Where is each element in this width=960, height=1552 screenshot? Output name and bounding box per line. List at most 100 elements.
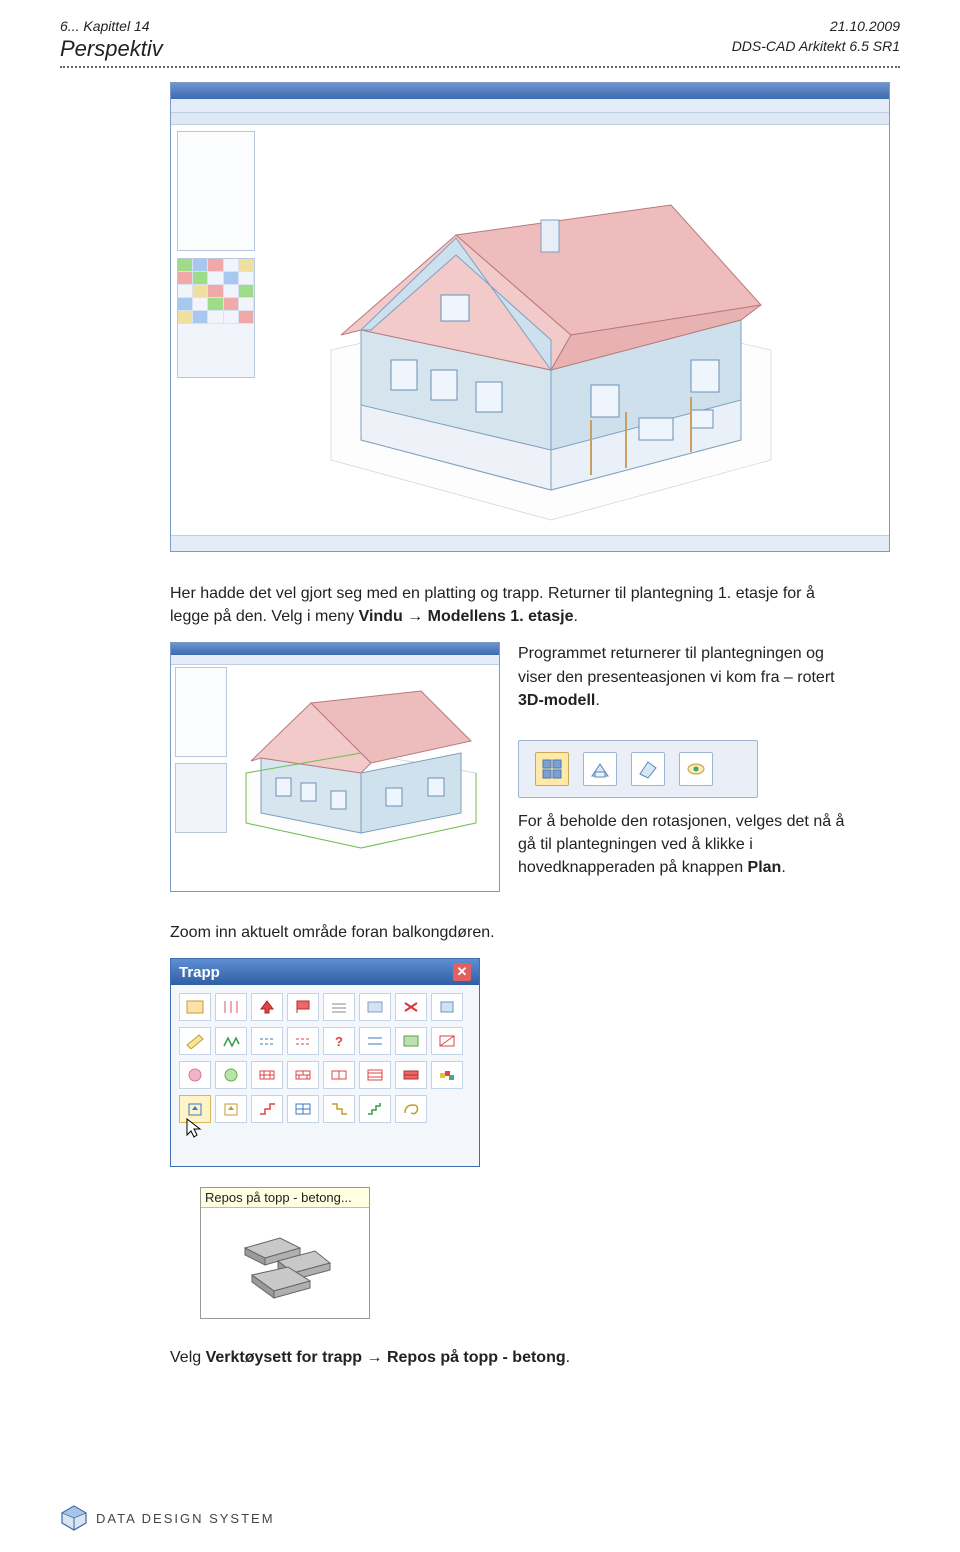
app-menubar-small [171, 655, 499, 665]
stair-icon [185, 999, 205, 1015]
right-column: Programmet returnerer til plantegningen … [518, 642, 850, 879]
trapp-palette-window: Trapp ✕ ? [170, 958, 480, 1167]
eye-icon [685, 758, 707, 780]
tooltip-preview-box: Repos på topp - betong... [200, 1187, 370, 1319]
house-icon [589, 758, 611, 780]
trapp-tool-4[interactable] [287, 993, 319, 1021]
trapp-tool-8[interactable] [431, 993, 463, 1021]
question-icon: ? [329, 1033, 349, 1049]
trapp-tool-20[interactable] [287, 1061, 319, 1089]
trapp-tool-18[interactable] [215, 1061, 247, 1089]
app-statusbar [171, 535, 889, 551]
dashed-red-icon [293, 1033, 313, 1049]
trapp-tool-6[interactable] [359, 993, 391, 1021]
parab-t1: Velg [170, 1349, 206, 1366]
para3-t2: . [781, 859, 785, 876]
paragraph-zoom: Zoom inn aktuelt område foran balkongdør… [170, 924, 850, 942]
color-squares-icon [437, 1067, 457, 1083]
close-icon: ✕ [457, 964, 468, 980]
dashed-blue-icon [257, 1033, 277, 1049]
para3-b1: Plan [748, 859, 782, 876]
screenshot-3d-house-small [170, 642, 500, 892]
trapp-tool-7[interactable] [395, 993, 427, 1021]
app-menubar [171, 99, 889, 113]
trapp-tool-28[interactable] [287, 1095, 319, 1123]
app-titlebar-small [171, 643, 499, 655]
paragraph-instruction-3: For å beholde den rotasjonen, velges det… [518, 810, 850, 880]
software-text: DDS-CAD Arkitekt 6.5 SR1 [732, 38, 900, 54]
page-title: Perspektiv [60, 36, 163, 62]
trapp-tool-9[interactable] [179, 1027, 211, 1055]
trapp-tool-12[interactable] [287, 1027, 319, 1055]
trapp-tool-16[interactable] [431, 1027, 463, 1055]
trapp-tool-21[interactable] [323, 1061, 355, 1089]
trapp-body: ? [171, 985, 479, 1166]
trapp-tool-13[interactable]: ? [323, 1027, 355, 1055]
3d-house-view-button-1[interactable] [583, 752, 617, 786]
plan-view-button[interactable] [535, 752, 569, 786]
para1-arrow: → [403, 608, 428, 625]
parab-arrow: → [362, 1349, 387, 1366]
3d-canvas [171, 125, 889, 535]
trapp-tool-27[interactable] [251, 1095, 283, 1123]
header-left: 6... Kapittel 14 Perspektiv [60, 18, 163, 62]
app-titlebar [171, 83, 889, 99]
project-tree-small [175, 667, 227, 757]
trapp-tool-2[interactable] [215, 993, 247, 1021]
para2-b1: 3D-modell [518, 692, 595, 709]
trapp-tool-24[interactable] [431, 1061, 463, 1089]
step2-icon [329, 1101, 349, 1117]
lines-h-icon [329, 999, 349, 1015]
trapp-tool-5[interactable] [323, 993, 355, 1021]
trapp-tool-26[interactable] [215, 1095, 247, 1123]
eye-view-button[interactable] [679, 752, 713, 786]
repos-up-icon [185, 1101, 205, 1117]
box-up-icon [221, 1101, 241, 1117]
concrete-slabs-icon [230, 1223, 340, 1303]
row-screenshot-and-text: Programmet returnerer til plantegningen … [170, 642, 850, 892]
parab-b2: Repos på topp - betong [387, 1349, 566, 1366]
tool-palette-small [175, 763, 227, 833]
brick2-icon [293, 1067, 313, 1083]
trapp-tool-15[interactable] [395, 1027, 427, 1055]
face-green-icon [221, 1067, 241, 1083]
date-text: 21.10.2009 [732, 18, 900, 34]
trapp-title-text: Trapp [179, 964, 220, 981]
flag-icon [293, 999, 313, 1015]
brick3-icon [329, 1067, 349, 1083]
screenshot-3d-house-large [170, 82, 890, 552]
trapp-tool-10[interactable] [215, 1027, 247, 1055]
trapp-tool-29[interactable] [323, 1095, 355, 1123]
trapp-tool-3[interactable] [251, 993, 283, 1021]
delete-icon [401, 999, 421, 1015]
tooltip-label: Repos på topp - betong... [201, 1188, 369, 1208]
grid-icon [221, 999, 241, 1015]
ruler-icon [185, 1033, 205, 1049]
content-area: Her hadde det vel gjort seg med en platt… [0, 82, 960, 1367]
trapp-tool-1[interactable] [179, 993, 211, 1021]
app-toolbar [171, 113, 889, 125]
trapp-tool-17[interactable] [179, 1061, 211, 1089]
trapp-row-1 [179, 993, 471, 1021]
close-button[interactable]: ✕ [453, 963, 471, 981]
view-toolbar-strip [518, 740, 758, 798]
brick4-icon [365, 1067, 385, 1083]
parab-b1: Verktøysett for trapp [206, 1349, 362, 1366]
trapp-row-2: ? [179, 1027, 471, 1055]
trapp-tool-30[interactable] [359, 1095, 391, 1123]
trapp-titlebar: Trapp ✕ [171, 959, 479, 985]
header-right: 21.10.2009 DDS-CAD Arkitekt 6.5 SR1 [732, 18, 900, 54]
trapp-tool-22[interactable] [359, 1061, 391, 1089]
pattern-icon [401, 1033, 421, 1049]
trapp-tool-23[interactable] [395, 1061, 427, 1089]
trapp-tool-14[interactable] [359, 1027, 391, 1055]
trapp-row-3 [179, 1061, 471, 1089]
plan-grid-icon [541, 758, 563, 780]
step-grid-icon [293, 1101, 313, 1117]
trapp-tool-19[interactable] [251, 1061, 283, 1089]
trapp-tool-11[interactable] [251, 1027, 283, 1055]
paragraph-instruction-2: Programmet returnerer til plantegningen … [518, 642, 850, 712]
trapp-tool-31[interactable] [395, 1095, 427, 1123]
header-divider [60, 66, 900, 68]
3d-house-view-button-2[interactable] [631, 752, 665, 786]
